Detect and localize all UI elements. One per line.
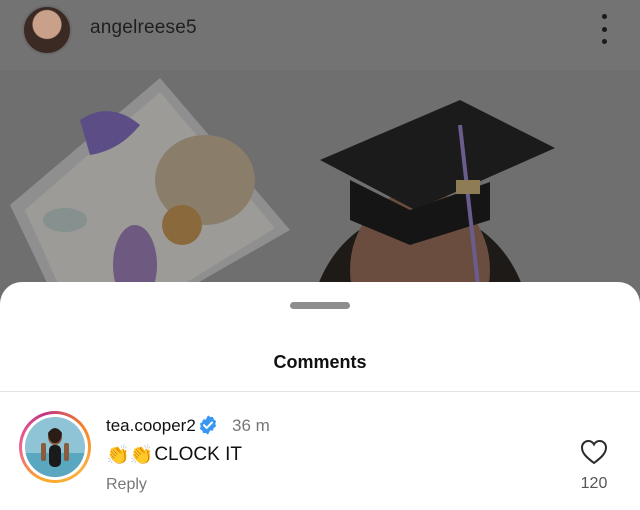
heart-icon[interactable] (580, 439, 608, 465)
post-header: angelreese5 (0, 0, 640, 70)
comment-message: CLOCK IT (154, 444, 242, 465)
sheet-title: Comments (273, 352, 367, 372)
commenter-username[interactable]: tea.cooper2 (106, 416, 196, 436)
sheet-divider (0, 391, 640, 392)
comment-text: 👏👏 CLOCK IT (106, 444, 242, 466)
verified-badge-icon (199, 415, 217, 435)
reply-button[interactable]: Reply (106, 476, 147, 494)
post-image[interactable] (0, 70, 640, 310)
clapping-hands-emoji: 👏👏 (106, 444, 154, 466)
post-author-username[interactable]: angelreese5 (90, 17, 197, 39)
commenter-avatar[interactable] (19, 411, 91, 483)
post-author-avatar[interactable] (22, 5, 72, 55)
sheet-drag-handle[interactable] (290, 302, 350, 309)
like-count: 120 (580, 475, 608, 492)
comments-sheet: Comments tea.cooper2 36 m 👏👏 CLOCK IT Re… (0, 282, 640, 510)
comment-timestamp: 36 m (232, 416, 270, 435)
more-options-icon[interactable] (594, 14, 614, 44)
